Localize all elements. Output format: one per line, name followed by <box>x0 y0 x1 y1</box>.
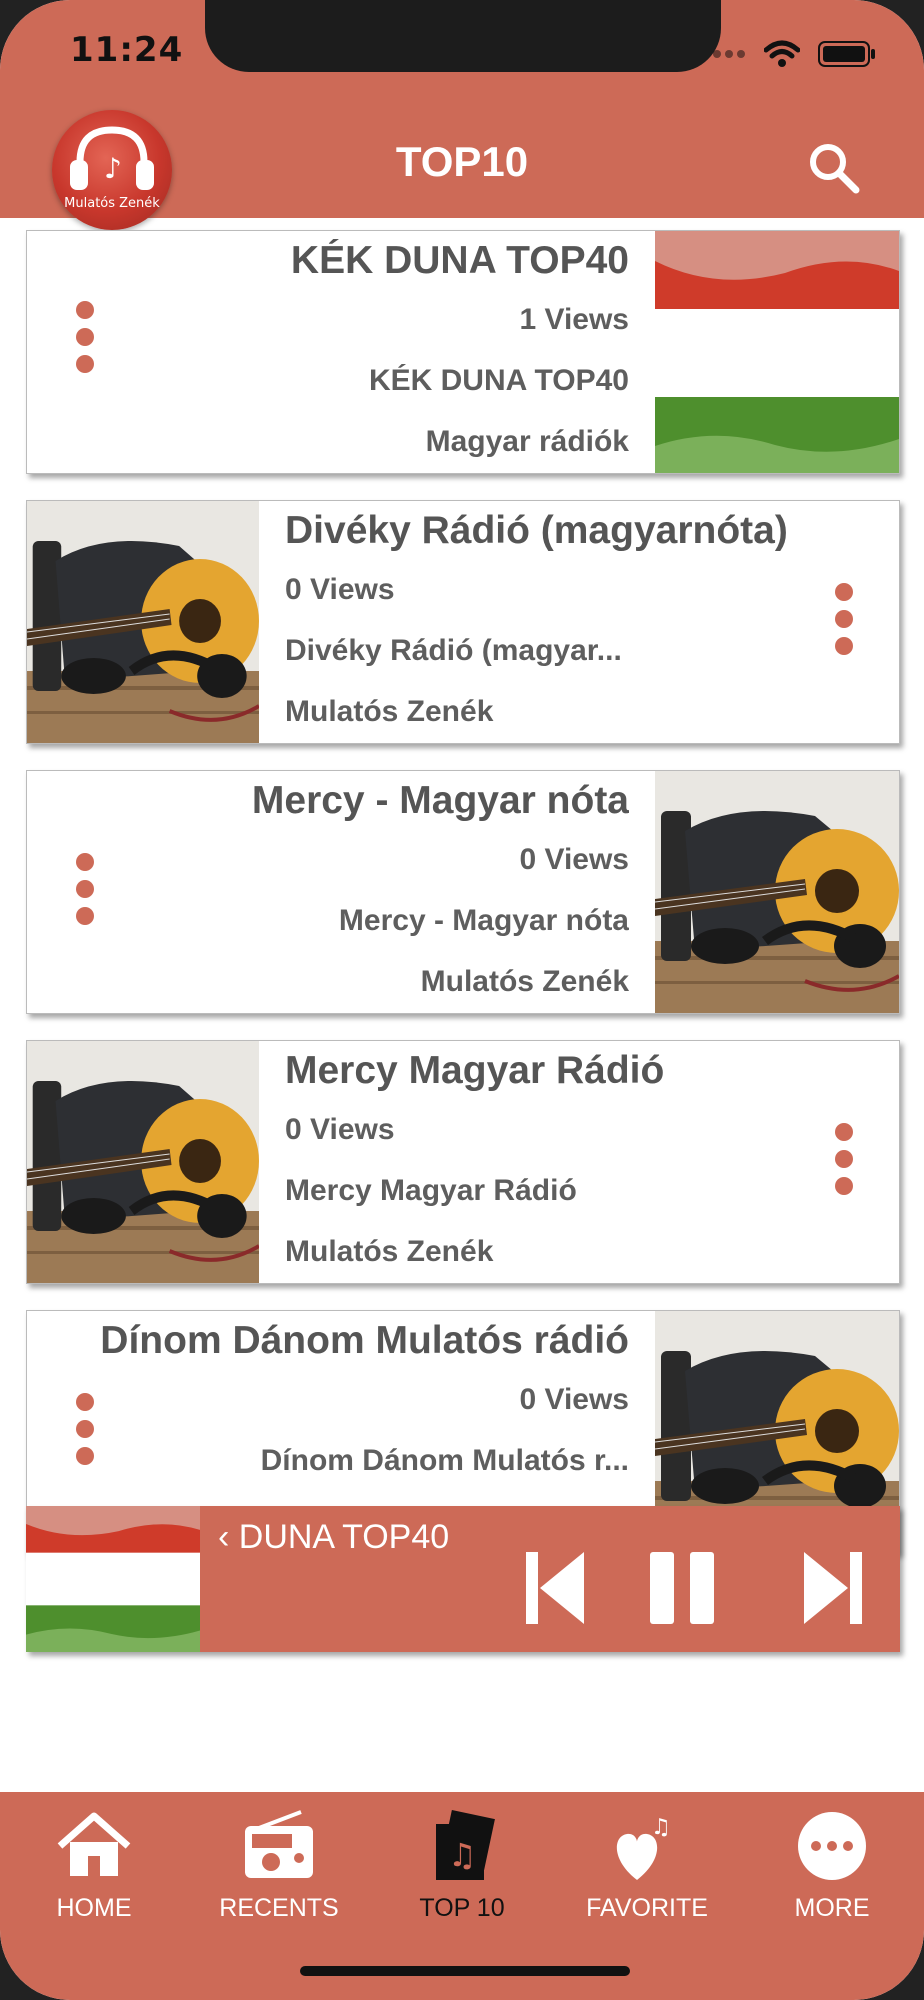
search-button[interactable] <box>806 140 862 196</box>
station-views: 0 Views <box>285 573 395 606</box>
more-options-button[interactable] <box>65 1393 105 1483</box>
battery-icon <box>818 41 875 67</box>
station-subtitle: Mercy Magyar Rádió <box>285 1174 577 1207</box>
pause-button[interactable] <box>646 1548 718 1628</box>
more-options-button[interactable] <box>824 1123 864 1213</box>
status-icons <box>700 40 876 68</box>
mini-player[interactable]: ‹ DUNA TOP40 <box>26 1506 900 1652</box>
player-thumbnail-flag <box>26 1506 200 1652</box>
station-subtitle: Divéky Rádió (magyar... <box>285 634 622 667</box>
tab-home[interactable]: HOME <box>4 1810 184 1922</box>
station-card[interactable]: Divéky Rádió (magyarnóta) 0 Views Divéky… <box>26 500 900 744</box>
tab-label: MORE <box>794 1894 870 1922</box>
station-title: Mercy - Magyar nóta <box>251 779 629 822</box>
station-title: KÉK DUNA TOP40 <box>290 239 629 282</box>
more-dot-icon <box>76 880 94 898</box>
skip-forward-icon <box>804 1552 862 1624</box>
radio-icon <box>245 1810 313 1878</box>
tab-label: HOME <box>56 1894 132 1922</box>
tab-top10[interactable]: ♫ TOP 10 <box>372 1810 552 1922</box>
more-dot-icon <box>76 301 94 319</box>
home-indicator[interactable] <box>300 1966 630 1976</box>
more-options-button[interactable] <box>65 853 105 943</box>
home-icon <box>57 1812 131 1876</box>
station-category: Mulatós Zenék <box>285 1235 494 1268</box>
app-header: ♪ Mulatós Zenék TOP10 <box>0 110 924 230</box>
station-subtitle: Dínom Dánom Mulatós r... <box>260 1444 629 1477</box>
more-dot-icon <box>835 1123 853 1141</box>
station-title: Dínom Dánom Mulatós rádió <box>100 1319 629 1362</box>
previous-button[interactable] <box>520 1548 592 1628</box>
station-views: 0 Views <box>519 1383 629 1416</box>
station-title: Divéky Rádió (magyarnóta) <box>285 509 788 552</box>
station-card[interactable]: Mercy - Magyar nóta 0 Views Mercy - Magy… <box>26 770 900 1014</box>
tab-label: RECENTS <box>219 1894 339 1922</box>
station-views: 0 Views <box>285 1113 395 1146</box>
device-notch <box>205 0 721 72</box>
more-dots-icon <box>798 1812 866 1880</box>
more-dot-icon <box>835 1177 853 1195</box>
svg-text:♫: ♫ <box>651 1815 671 1840</box>
tab-label: FAVORITE <box>586 1894 708 1922</box>
station-thumbnail-guitar <box>655 771 899 1014</box>
more-dot-icon <box>835 637 853 655</box>
more-dot-icon <box>835 610 853 628</box>
search-icon <box>810 144 860 194</box>
more-dot-icon <box>76 355 94 373</box>
skip-back-icon <box>526 1552 584 1624</box>
station-views: 1 Views <box>519 303 629 336</box>
tab-recents[interactable]: RECENTS <box>189 1810 369 1922</box>
station-subtitle: Mercy - Magyar nóta <box>338 904 629 937</box>
station-category: Mulatós Zenék <box>285 695 494 728</box>
tab-label: TOP 10 <box>419 1894 505 1922</box>
more-dot-icon <box>835 1150 853 1168</box>
page-title: TOP10 <box>395 138 529 185</box>
tab-favorite[interactable]: ♫ FAVORITE <box>557 1810 737 1922</box>
more-dot-icon <box>835 583 853 601</box>
heart-music-icon: ♫ <box>616 1815 671 1880</box>
more-dot-icon <box>76 1447 94 1465</box>
station-category: Mulatós Zenék <box>420 965 629 998</box>
more-dot-icon <box>76 907 94 925</box>
pause-icon <box>650 1552 714 1624</box>
wifi-icon <box>764 40 800 67</box>
station-title: Mercy Magyar Rádió <box>285 1049 665 1092</box>
logo-text: Mulatós Zenék <box>64 196 160 211</box>
next-button[interactable] <box>796 1548 868 1628</box>
more-options-button[interactable] <box>65 301 105 391</box>
station-subtitle: KÉK DUNA TOP40 <box>368 364 629 397</box>
station-thumbnail-guitar <box>27 1041 259 1284</box>
tab-more[interactable]: MORE <box>742 1810 922 1922</box>
app-screen: 11:24 ♪ Mulatós Zenék TOP10 KÉK DUNA TOP… <box>0 0 924 2000</box>
album-music-icon: ♫ <box>436 1810 495 1880</box>
station-category: Magyar rádiók <box>425 425 629 458</box>
more-options-button[interactable] <box>824 583 864 673</box>
more-dot-icon <box>76 1420 94 1438</box>
svg-text:♫: ♫ <box>448 1836 477 1874</box>
station-card[interactable]: Mercy Magyar Rádió 0 Views Mercy Magyar … <box>26 1040 900 1284</box>
station-card[interactable]: KÉK DUNA TOP40 1 Views KÉK DUNA TOP40 Ma… <box>26 230 900 474</box>
more-dot-icon <box>76 853 94 871</box>
station-thumbnail-guitar <box>27 501 259 744</box>
station-thumbnail-flag <box>655 231 899 473</box>
more-dot-icon <box>76 1393 94 1411</box>
player-station-title[interactable]: ‹ DUNA TOP40 <box>218 1518 449 1557</box>
station-views: 0 Views <box>519 843 629 876</box>
more-dot-icon <box>76 328 94 346</box>
status-time: 11:24 <box>70 30 184 70</box>
